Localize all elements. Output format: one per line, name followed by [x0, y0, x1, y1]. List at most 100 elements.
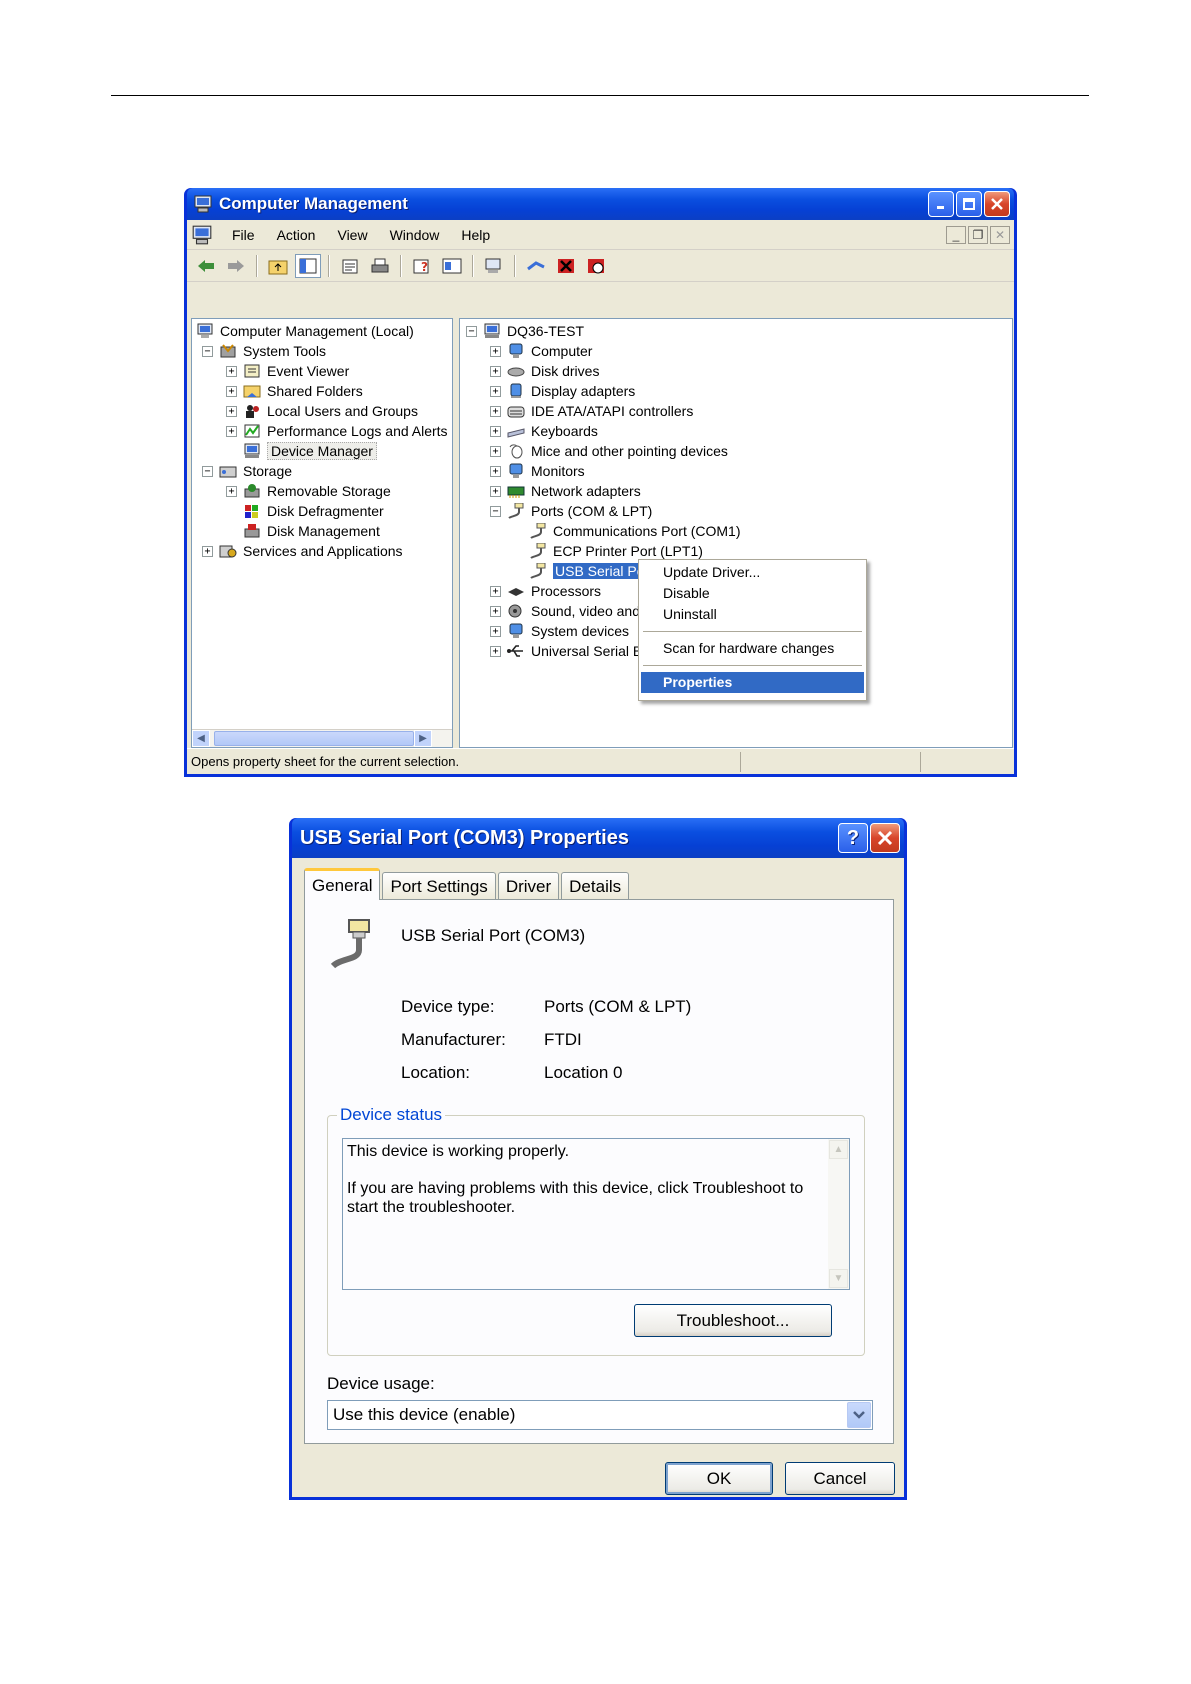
tree-item-disk-management[interactable]: Disk Management: [243, 521, 380, 541]
tab-details[interactable]: Details: [561, 872, 630, 900]
scroll-left-button[interactable]: ◀: [192, 730, 210, 747]
device-category[interactable]: + Display adapters: [490, 381, 635, 401]
collapse-icon[interactable]: −: [202, 465, 213, 477]
troubleshoot-button[interactable]: Troubleshoot...: [634, 1304, 832, 1337]
tree-item-computer-management[interactable]: Computer Management (Local): [196, 321, 414, 341]
uninstall-button[interactable]: [553, 254, 579, 278]
expand-icon[interactable]: +: [226, 365, 237, 377]
disable-button[interactable]: [583, 254, 609, 278]
tab-general[interactable]: General: [304, 868, 381, 900]
child-restore-button[interactable]: ❐: [968, 226, 988, 244]
expand-icon[interactable]: +: [490, 425, 501, 437]
help-button[interactable]: ?: [838, 823, 868, 853]
tree-item-services-applications[interactable]: + Services and Applications: [202, 541, 403, 561]
scroll-right-button[interactable]: ▶: [414, 730, 432, 747]
menu-item-uninstall[interactable]: Uninstall: [641, 604, 864, 625]
expand-icon[interactable]: +: [490, 605, 501, 617]
expand-icon[interactable]: +: [226, 425, 237, 437]
update-driver-icon: [527, 260, 545, 270]
device-category[interactable]: + Disk drives: [490, 361, 599, 381]
minimize-button[interactable]: [928, 191, 954, 217]
expand-icon[interactable]: +: [490, 365, 501, 377]
expand-icon[interactable]: +: [490, 625, 501, 637]
tree-item-removable-storage[interactable]: + Removable Storage: [226, 481, 391, 501]
expand-icon[interactable]: +: [490, 445, 501, 457]
update-driver-button[interactable]: [523, 254, 549, 278]
vertical-scrollbar[interactable]: ▲ ▼: [828, 1139, 849, 1289]
tree-item-performance-logs[interactable]: + Performance Logs and Alerts: [226, 421, 448, 441]
tree-item-event-viewer[interactable]: + Event Viewer: [226, 361, 349, 381]
scroll-up-button[interactable]: ▲: [829, 1140, 848, 1159]
dropdown-button[interactable]: [847, 1402, 871, 1428]
expand-icon[interactable]: +: [226, 485, 237, 497]
expand-icon[interactable]: +: [490, 405, 501, 417]
view-button[interactable]: [439, 254, 465, 278]
scan-hardware-button[interactable]: [481, 254, 507, 278]
tab-driver[interactable]: Driver: [497, 872, 560, 900]
expand-icon[interactable]: +: [226, 405, 237, 417]
device-category[interactable]: + Network adapters: [490, 481, 641, 501]
menu-help[interactable]: Help: [450, 227, 501, 243]
up-level-button[interactable]: [265, 254, 291, 278]
collapse-icon[interactable]: −: [202, 345, 213, 357]
device-category[interactable]: + Processors: [490, 581, 601, 601]
expand-icon[interactable]: +: [226, 385, 237, 397]
device-category-ports[interactable]: − Ports (COM & LPT): [490, 501, 652, 521]
menu-file[interactable]: File: [221, 227, 266, 243]
tree-label: Removable Storage: [267, 483, 391, 499]
device-category[interactable]: + Computer: [490, 341, 592, 361]
child-close-button[interactable]: ✕: [990, 226, 1010, 244]
ok-button[interactable]: OK: [665, 1462, 773, 1495]
scroll-thumb[interactable]: [214, 731, 414, 746]
expand-icon[interactable]: +: [490, 345, 501, 357]
properties-toolbar-button[interactable]: [337, 254, 363, 278]
device-category[interactable]: + System devices: [490, 621, 629, 641]
device-category[interactable]: + IDE ATA/ATAPI controllers: [490, 401, 693, 421]
maximize-button[interactable]: [956, 191, 982, 217]
menu-item-update-driver[interactable]: Update Driver...: [641, 562, 864, 583]
tree-item-disk-defragmenter[interactable]: Disk Defragmenter: [243, 501, 384, 521]
expand-icon[interactable]: +: [490, 465, 501, 477]
tree-item-device-manager[interactable]: Device Manager: [243, 441, 377, 461]
port-item[interactable]: ECP Printer Port (LPT1): [529, 541, 703, 561]
device-category[interactable]: + Mice and other pointing devices: [490, 441, 728, 461]
tab-port-settings[interactable]: Port Settings: [382, 872, 496, 900]
child-minimize-button[interactable]: _: [946, 226, 966, 244]
collapse-icon[interactable]: −: [466, 325, 477, 337]
horizontal-scrollbar[interactable]: ◀ ▶: [192, 729, 452, 747]
show-hide-tree-button[interactable]: [295, 253, 321, 278]
back-button[interactable]: [193, 254, 219, 278]
users-icon: [246, 405, 259, 418]
device-usage-select[interactable]: Use this device (enable): [327, 1400, 873, 1430]
port-item[interactable]: Communications Port (COM1): [529, 521, 741, 541]
forward-button[interactable]: [223, 254, 249, 278]
tree-item-shared-folders[interactable]: + Shared Folders: [226, 381, 363, 401]
device-root[interactable]: − DQ36-TEST: [466, 321, 584, 341]
device-category[interactable]: + Monitors: [490, 461, 585, 481]
status-help-text: If you are having problems with this dev…: [347, 1180, 804, 1216]
menu-item-disable[interactable]: Disable: [641, 583, 864, 604]
help-toolbar-button[interactable]: ?: [409, 254, 435, 278]
menu-item-properties[interactable]: Properties: [641, 672, 864, 693]
print-button[interactable]: [367, 254, 393, 278]
menu-action[interactable]: Action: [266, 227, 327, 243]
dialog-close-button[interactable]: [870, 823, 900, 853]
location-value: Location 0: [544, 1063, 623, 1082]
menu-view[interactable]: View: [326, 227, 378, 243]
tree-item-storage[interactable]: − Storage: [202, 461, 292, 481]
expand-icon[interactable]: +: [202, 545, 213, 557]
close-icon: ✕: [994, 228, 1006, 242]
menu-item-scan-hardware[interactable]: Scan for hardware changes: [641, 638, 864, 659]
device-category[interactable]: + Keyboards: [490, 421, 598, 441]
expand-icon[interactable]: +: [490, 585, 501, 597]
collapse-icon[interactable]: −: [490, 505, 501, 517]
cancel-button[interactable]: Cancel: [785, 1462, 895, 1495]
expand-icon[interactable]: +: [490, 385, 501, 397]
expand-icon[interactable]: +: [490, 645, 501, 657]
scroll-down-button[interactable]: ▼: [829, 1269, 848, 1288]
tree-item-local-users[interactable]: + Local Users and Groups: [226, 401, 418, 421]
close-button[interactable]: [984, 191, 1010, 217]
menu-window[interactable]: Window: [379, 227, 451, 243]
expand-icon[interactable]: +: [490, 485, 501, 497]
tree-item-system-tools[interactable]: − System Tools: [202, 341, 326, 361]
